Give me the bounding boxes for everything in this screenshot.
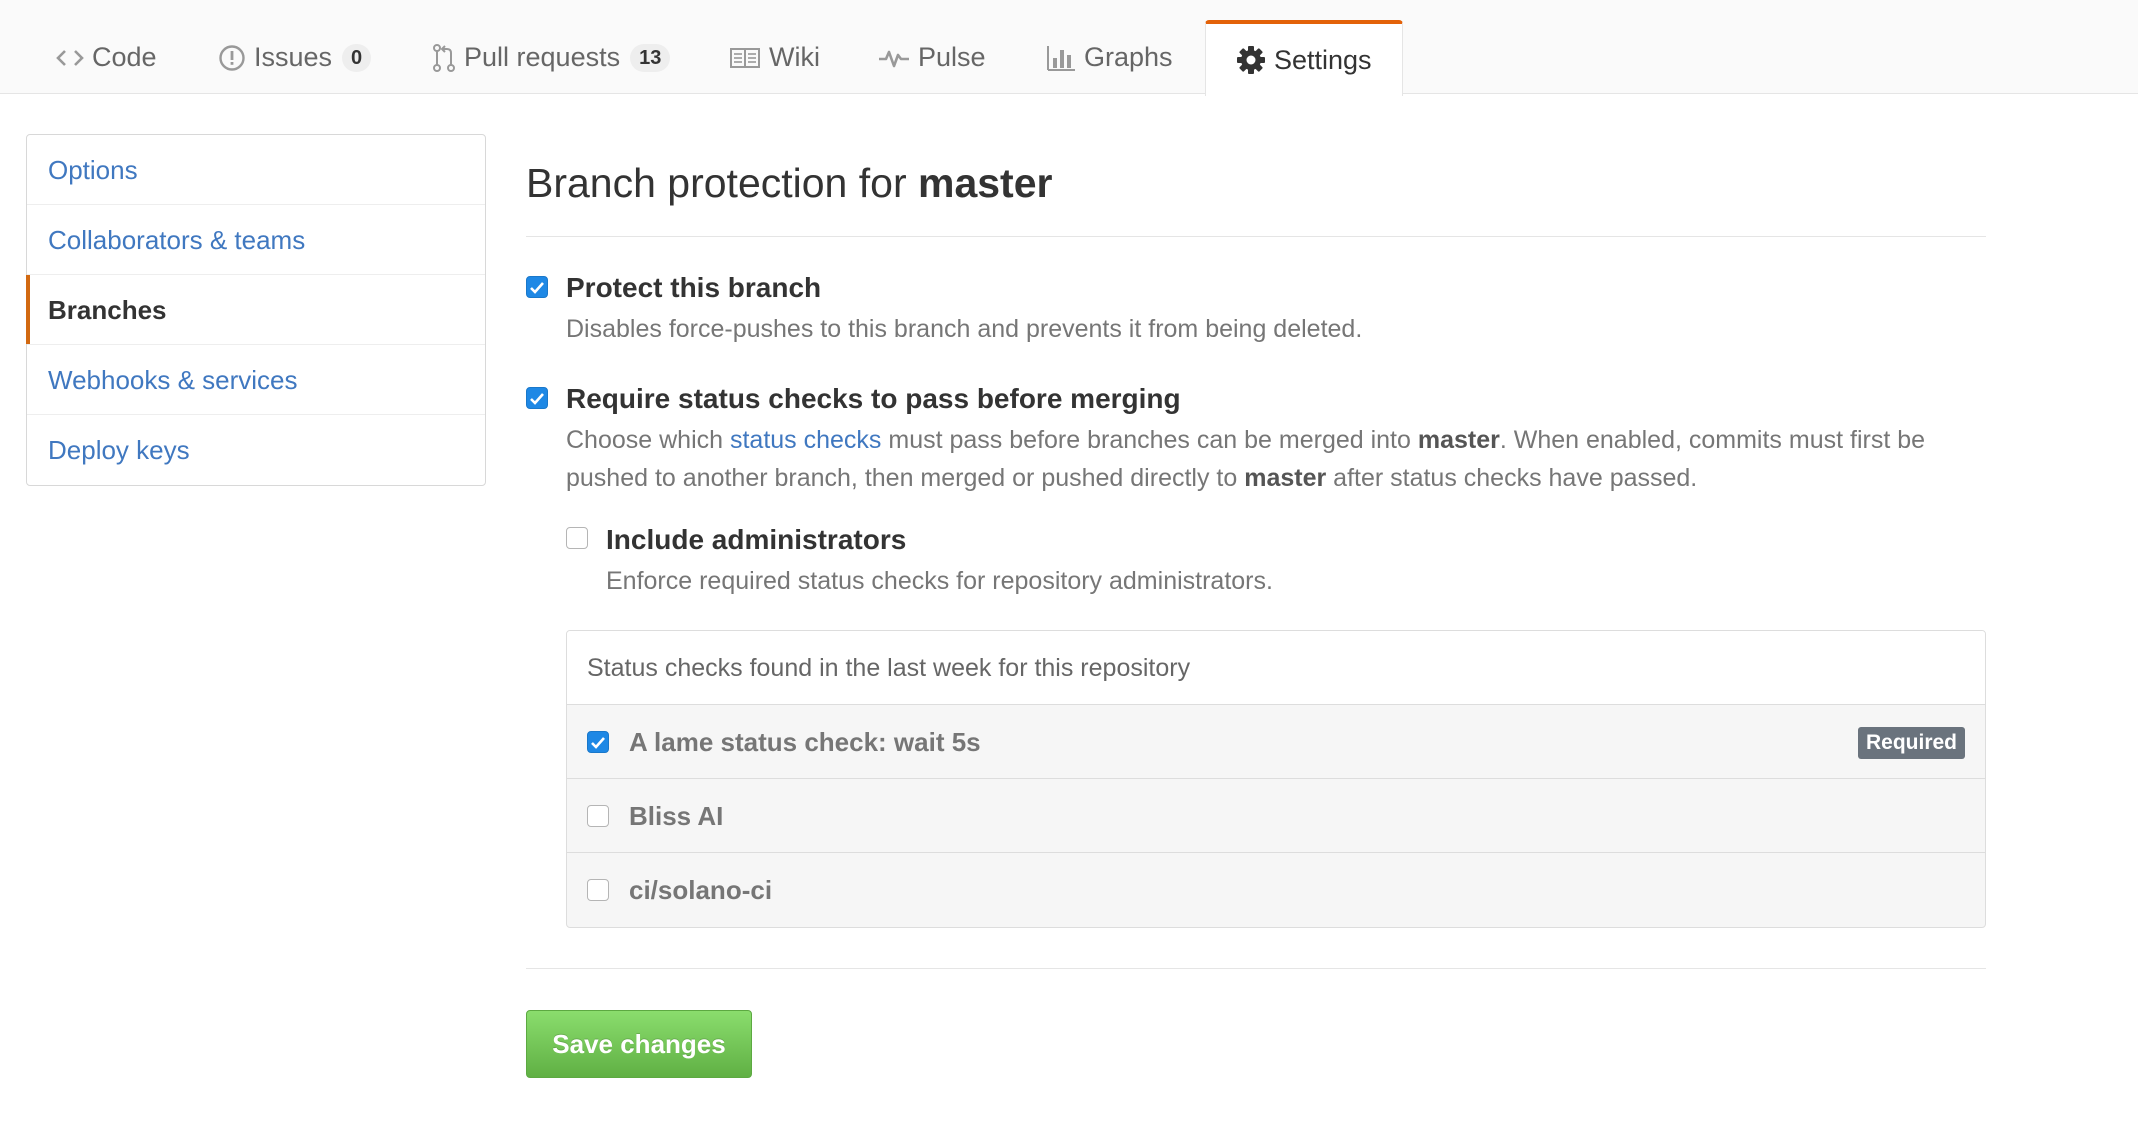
check-icon — [530, 281, 544, 294]
status-check-checkbox[interactable] — [587, 731, 609, 753]
tab-settings[interactable]: Settings — [1205, 20, 1403, 96]
issue-opened-icon — [218, 44, 246, 72]
require-status-checks-label[interactable]: Require status checks to pass before mer… — [566, 382, 1181, 416]
divider — [526, 236, 1986, 237]
status-check-name[interactable]: ci/solano-ci — [629, 853, 772, 927]
page-title-branch: master — [917, 160, 1053, 206]
check-icon — [530, 392, 544, 405]
divider — [526, 968, 1986, 969]
pull-requests-counter: 13 — [630, 43, 671, 72]
status-checks-header: Status checks found in the last week for… — [567, 631, 1985, 705]
tab-wiki[interactable]: Wiki — [729, 20, 820, 95]
git-pull-request-icon — [432, 43, 456, 73]
page-title: Branch protection for master — [526, 154, 1986, 212]
tab-label: Wiki — [769, 42, 820, 72]
status-check-checkbox[interactable] — [587, 879, 609, 901]
tab-label: Pull requests — [464, 42, 621, 72]
code-icon — [56, 47, 84, 69]
tab-label: Graphs — [1084, 42, 1173, 72]
tab-code[interactable]: Code — [56, 20, 157, 95]
require-status-checks-checkbox[interactable] — [526, 387, 548, 409]
tab-label: Issues — [254, 42, 333, 72]
book-icon — [729, 46, 761, 70]
tab-pull-requests[interactable]: Pull requests 13 — [432, 20, 671, 95]
gear-icon — [1236, 45, 1266, 75]
branch-name: master — [1244, 464, 1327, 492]
status-checks-link[interactable]: status checks — [730, 426, 881, 454]
tab-label: Code — [92, 42, 157, 72]
tab-label: Settings — [1274, 44, 1372, 75]
page-title-prefix: Branch protection for — [526, 160, 918, 206]
tab-label: Pulse — [918, 42, 986, 72]
include-admins-note: Enforce required status checks for repos… — [606, 567, 1273, 595]
include-admins-label[interactable]: Include administrators — [606, 523, 906, 557]
issues-counter: 0 — [342, 43, 372, 72]
tab-pulse[interactable]: Pulse — [878, 20, 986, 95]
protect-branch-checkbox[interactable] — [526, 276, 548, 298]
pulse-icon — [878, 46, 910, 70]
sidebar-item-collaborators[interactable]: Collaborators & teams — [27, 205, 485, 275]
graph-icon — [1046, 44, 1076, 72]
sidebar-item-webhooks[interactable]: Webhooks & services — [27, 345, 485, 415]
sidebar-item-deploy-keys[interactable]: Deploy keys — [27, 415, 485, 485]
settings-sidebar: Options Collaborators & teams Branches W… — [26, 134, 486, 486]
sidebar-item-options[interactable]: Options — [27, 135, 485, 205]
status-check-row: A lame status check: wait 5s Required — [567, 705, 1985, 779]
protect-branch-note: Disables force-pushes to this branch and… — [566, 315, 1363, 343]
note-text: must pass before branches can be merged … — [881, 426, 1418, 454]
protect-branch-label[interactable]: Protect this branch — [566, 271, 821, 305]
require-status-checks-note: Choose which status checks must pass bef… — [566, 421, 1986, 497]
note-text: after status checks have passed. — [1326, 464, 1698, 492]
check-icon — [591, 736, 605, 749]
branch-name: master — [1417, 426, 1500, 454]
sidebar-item-branches[interactable]: Branches — [26, 275, 485, 345]
tab-issues[interactable]: Issues 0 — [218, 20, 372, 95]
include-admins-checkbox[interactable] — [566, 527, 588, 549]
status-checks-list: Status checks found in the last week for… — [566, 630, 1986, 928]
tab-graphs[interactable]: Graphs — [1046, 20, 1173, 95]
status-check-checkbox[interactable] — [587, 805, 609, 827]
required-badge: Required — [1857, 727, 1965, 759]
status-check-row: ci/solano-ci — [567, 853, 1985, 927]
status-check-name[interactable]: A lame status check: wait 5s — [629, 705, 981, 779]
repo-nav: Code Issues 0 Pull requests 13 Wiki Puls… — [0, 0, 2138, 96]
note-text: Choose which — [566, 426, 730, 454]
save-changes-button[interactable]: Save changes — [526, 1010, 752, 1078]
status-check-row: Bliss AI — [567, 779, 1985, 853]
status-check-name[interactable]: Bliss AI — [629, 779, 723, 853]
